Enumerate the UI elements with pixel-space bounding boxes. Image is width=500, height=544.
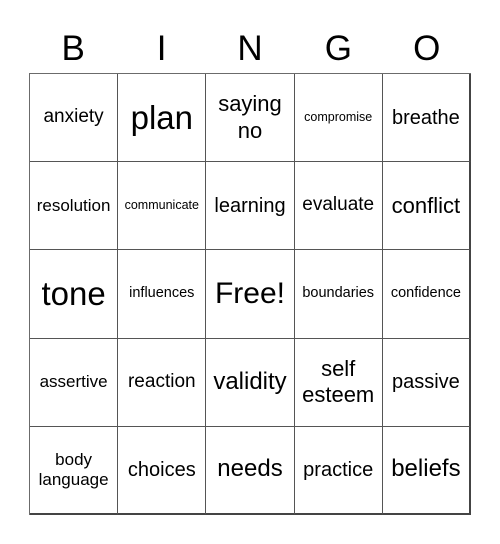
bingo-cell[interactable]: needs bbox=[206, 426, 295, 515]
bingo-cell[interactable]: practice bbox=[294, 426, 383, 515]
bingo-cell[interactable]: validity bbox=[206, 338, 295, 427]
bingo-cell[interactable]: influences bbox=[118, 250, 207, 339]
bingo-cell[interactable]: boundaries bbox=[294, 250, 383, 339]
bingo-cell[interactable]: passive bbox=[382, 338, 471, 427]
bingo-cell[interactable]: body language bbox=[30, 426, 119, 515]
bingo-cell[interactable]: saying no bbox=[206, 74, 295, 163]
bingo-cell[interactable]: beliefs bbox=[382, 426, 471, 515]
header-letter-o: O bbox=[413, 29, 441, 68]
header-letter-i: I bbox=[156, 29, 167, 68]
bingo-cell[interactable]: compromise bbox=[294, 74, 383, 163]
bingo-cell[interactable]: anxiety bbox=[30, 74, 119, 163]
free-space-cell[interactable]: Free! bbox=[206, 250, 295, 339]
bingo-cell[interactable]: breathe bbox=[382, 74, 471, 163]
bingo-cell[interactable]: confidence bbox=[382, 250, 471, 339]
bingo-cell[interactable]: assertive bbox=[30, 338, 119, 427]
bingo-cell[interactable]: plan bbox=[118, 74, 207, 163]
bingo-cell[interactable]: reaction bbox=[118, 338, 207, 427]
bingo-cell[interactable]: conflict bbox=[382, 162, 471, 251]
bingo-cell[interactable]: resolution bbox=[30, 162, 119, 251]
bingo-cell[interactable]: learning bbox=[206, 162, 295, 251]
bingo-board: anxiety plan saying no compromise breath… bbox=[29, 73, 471, 515]
header-letter-g: G bbox=[324, 29, 352, 68]
header-letter-b: B bbox=[61, 29, 85, 68]
bingo-cell[interactable]: evaluate bbox=[294, 162, 383, 251]
bingo-header: B I N G O bbox=[29, 28, 471, 70]
bingo-cell[interactable]: self esteem bbox=[294, 338, 383, 427]
bingo-cell[interactable]: choices bbox=[118, 426, 207, 515]
bingo-cell[interactable]: communicate bbox=[118, 162, 207, 251]
header-letter-n: N bbox=[237, 29, 263, 68]
bingo-cell[interactable]: tone bbox=[30, 250, 119, 339]
